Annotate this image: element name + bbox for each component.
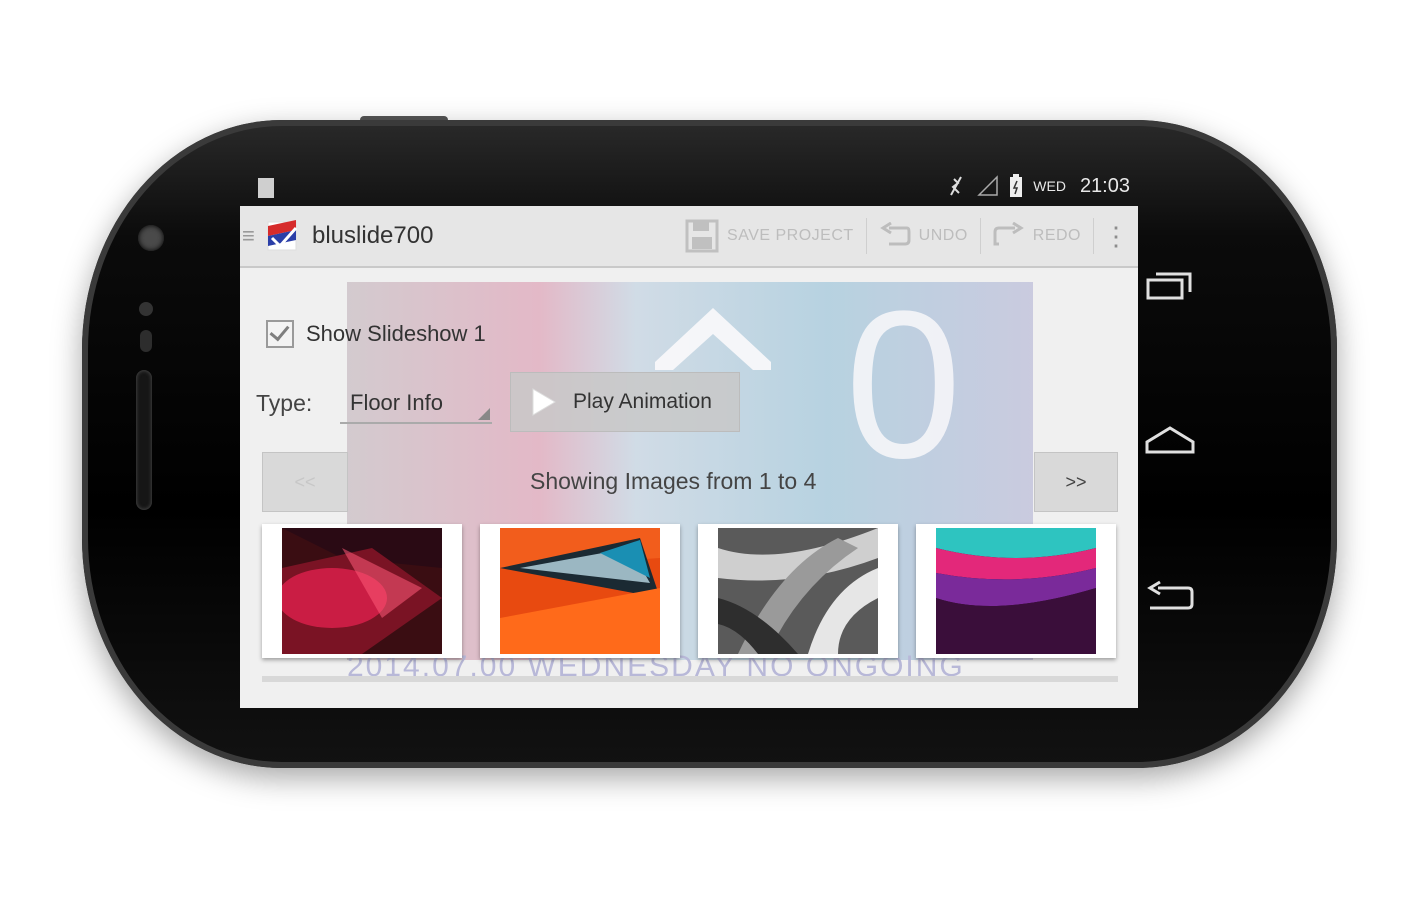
save-project-button[interactable]: SAVE PROJECT — [673, 218, 867, 254]
save-project-label: SAVE PROJECT — [727, 227, 854, 244]
sensor — [140, 330, 152, 352]
play-animation-button[interactable]: Play Animation — [510, 372, 740, 432]
app-screen: ≡ bluslide700 SAVE PROJECT UNDO REDO ⋮ 0… — [240, 206, 1138, 708]
sensor — [139, 302, 153, 316]
app-logo-icon — [267, 220, 298, 251]
action-bar: ≡ bluslide700 SAVE PROJECT UNDO REDO ⋮ — [240, 206, 1138, 268]
dropdown-corner-icon — [478, 408, 490, 420]
floor-number: 0 — [845, 267, 962, 502]
type-label: Type: — [256, 390, 313, 416]
app-title: bluslide700 — [312, 222, 434, 249]
redo-label: REDO — [1032, 227, 1081, 244]
thumbnail-3[interactable] — [698, 524, 898, 658]
checkbox-icon[interactable] — [266, 320, 294, 348]
type-spinner-value: Floor Info — [350, 390, 443, 415]
thumbnail-image-monochrome-leaves — [718, 528, 878, 654]
vibrate-off-icon — [950, 176, 963, 196]
thumbnail-strip — [262, 524, 1116, 658]
previous-page-button[interactable]: << — [262, 452, 348, 512]
battery-icon — [1010, 174, 1023, 197]
up-arrow-icon — [655, 308, 771, 370]
undo-label: UNDO — [918, 227, 968, 244]
overflow-menu-icon[interactable]: ⋮ — [1094, 221, 1138, 252]
drawer-indicator-icon: ≡ — [242, 223, 255, 248]
undo-button[interactable]: UNDO — [867, 218, 981, 254]
back-icon[interactable] — [1144, 580, 1196, 614]
status-time: 21:03 — [1079, 174, 1130, 197]
thumbnail-image-orange-geometric — [500, 528, 660, 654]
showing-images-text: Showing Images from 1 to 4 — [530, 468, 817, 494]
thumbnail-4[interactable] — [916, 524, 1116, 658]
status-bar: WED 21:03 — [240, 170, 1138, 206]
show-slideshow-label: Show Slideshow 1 — [306, 321, 486, 346]
thumbnail-2[interactable] — [480, 524, 680, 658]
signal-icon — [977, 175, 999, 196]
play-animation-label: Play Animation — [573, 390, 712, 413]
type-spinner[interactable]: Floor Info — [340, 382, 492, 424]
home-icon[interactable] — [1144, 424, 1196, 456]
home-up-button[interactable]: ≡ bluslide700 — [240, 216, 433, 256]
navigation-bar — [1138, 206, 1202, 708]
undo-icon — [879, 222, 911, 246]
status-day: WED — [1033, 178, 1066, 194]
show-slideshow-checkbox[interactable]: Show Slideshow 1 — [266, 320, 486, 348]
redo-icon — [993, 222, 1024, 246]
play-icon — [532, 388, 556, 416]
camera-icon — [138, 225, 164, 251]
speaker-grille — [136, 370, 152, 510]
thumbnail-1[interactable] — [262, 524, 462, 658]
save-icon — [685, 219, 719, 253]
redo-button[interactable]: REDO — [981, 218, 1094, 254]
notification-icon — [258, 178, 274, 198]
next-page-button[interactable]: >> — [1034, 452, 1118, 512]
recent-apps-icon[interactable] — [1144, 270, 1194, 304]
thumbnail-image-purple-waves — [936, 528, 1096, 654]
thumbnail-image-red-abstract — [282, 528, 442, 654]
horizontal-scrollbar[interactable] — [262, 676, 1118, 682]
